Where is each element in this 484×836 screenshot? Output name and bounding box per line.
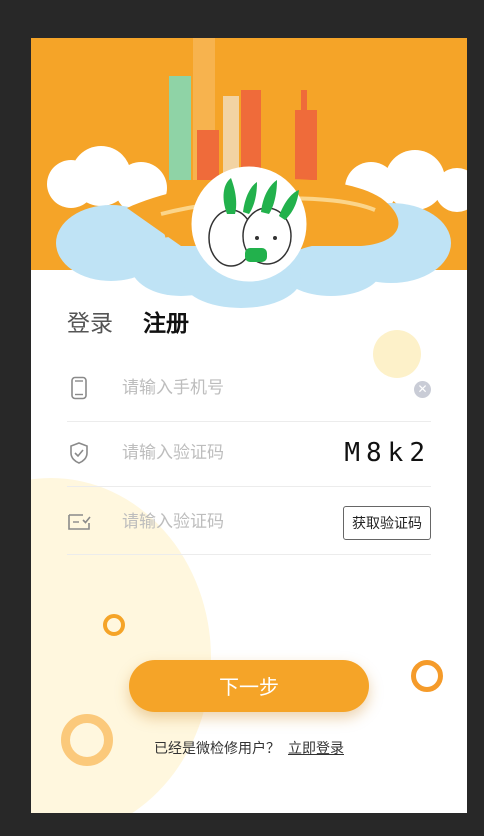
login-prompt-text: 已经是微检修用户？ xyxy=(154,741,280,757)
login-now-link[interactable]: 立即登录 xyxy=(288,741,344,757)
tab-register[interactable]: 注册 xyxy=(143,304,189,344)
sms-code-row: 获取验证码 xyxy=(67,486,431,555)
auth-tabs: 登录 注册 xyxy=(67,304,189,344)
get-code-button[interactable]: 获取验证码 xyxy=(343,506,431,540)
message-check-icon xyxy=(68,514,91,530)
shield-check-icon xyxy=(70,442,88,464)
login-prompt: 已经是微检修用户？ 立即登录 xyxy=(31,738,467,758)
clear-icon[interactable]: ✕ xyxy=(414,381,431,398)
deco-ring xyxy=(411,660,443,692)
captcha-row: M8k2 xyxy=(67,421,431,487)
register-screen: 登录 注册 ✕ M8k2 获取验证码 下一步 已经是微检修用户？ 立即登录 xyxy=(31,38,467,813)
hero-illustration xyxy=(31,38,467,308)
tab-login[interactable]: 登录 xyxy=(67,304,113,344)
phone-row: ✕ xyxy=(67,356,431,422)
phone-icon xyxy=(71,376,87,400)
phone-input[interactable] xyxy=(122,374,342,402)
sms-code-input[interactable] xyxy=(122,508,342,536)
captcha-image[interactable]: M8k2 xyxy=(341,435,431,471)
image-code-input[interactable] xyxy=(122,439,342,467)
deco-ring xyxy=(103,614,125,636)
next-step-button[interactable]: 下一步 xyxy=(129,660,369,712)
